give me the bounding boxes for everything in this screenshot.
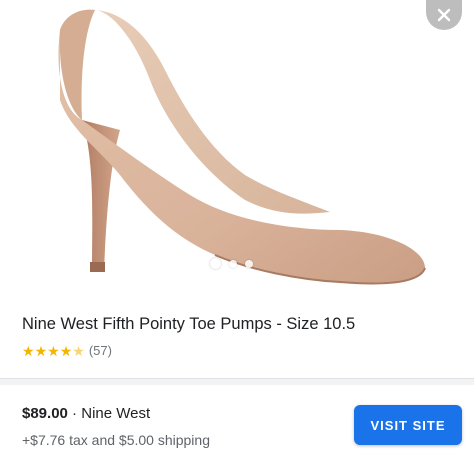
star-icon: ★ [34, 342, 48, 359]
shoe-image [58, 9, 426, 285]
half-star-icon: ★ [72, 342, 85, 359]
tax-shipping-info: +$7.76 tax and $5.00 shipping [22, 432, 210, 448]
seller-name: Nine West [81, 405, 151, 422]
separator: · [67, 405, 82, 422]
visit-site-button[interactable]: VISIT SITE [354, 405, 462, 445]
close-icon [437, 8, 451, 22]
price-line: $89.00 · Nine West [22, 405, 150, 422]
carousel-dot[interactable] [210, 258, 221, 269]
star-icon: ★ [59, 342, 73, 359]
product-rating: ★ ★ ★ ★ ★ (57) [22, 343, 112, 358]
section-divider [0, 378, 474, 385]
star-rating: ★ ★ ★ ★ ★ [22, 344, 85, 358]
product-title: Nine West Fifth Pointy Toe Pumps - Size … [22, 315, 356, 333]
image-carousel-dots [210, 258, 253, 269]
review-count: (57) [88, 343, 112, 358]
price: $89.00 [22, 405, 68, 422]
carousel-dot[interactable] [245, 259, 253, 268]
star-icon: ★ [22, 342, 35, 359]
carousel-dot[interactable] [229, 259, 237, 268]
product-image[interactable] [0, 0, 474, 300]
star-icon: ★ [47, 342, 60, 359]
